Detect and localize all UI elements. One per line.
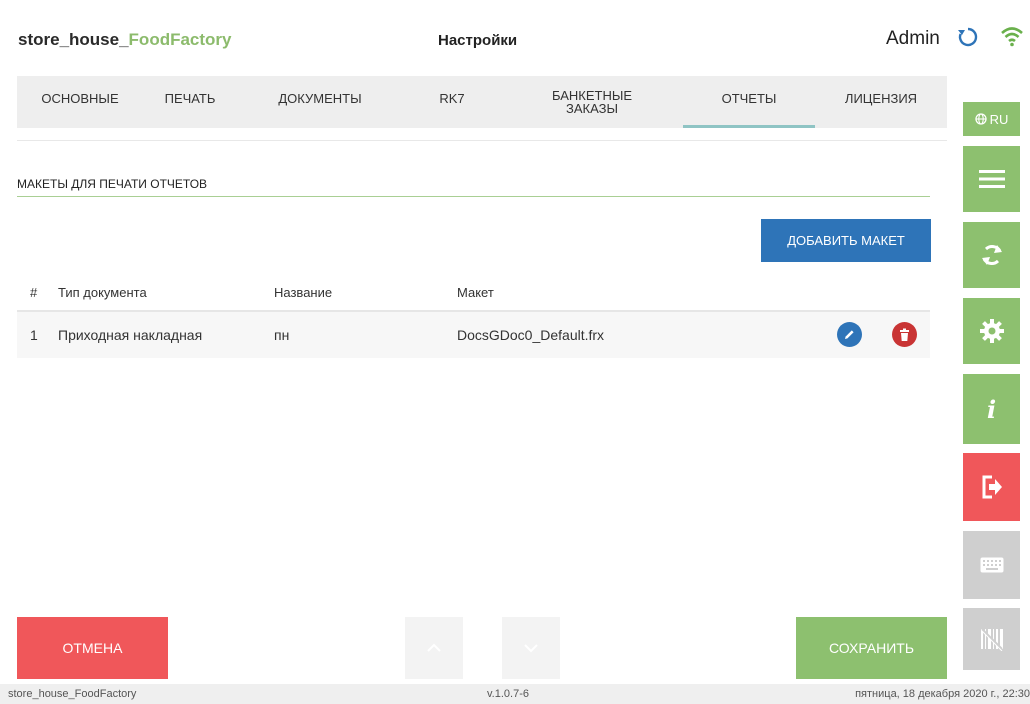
settings-button[interactable]	[963, 298, 1020, 364]
footer-version: v.1.0.7-6	[487, 688, 529, 700]
scroll-down-button[interactable]	[502, 617, 560, 679]
trash-icon	[900, 328, 909, 341]
divider	[17, 140, 947, 141]
sync-button[interactable]	[963, 222, 1020, 288]
language-label: RU	[989, 111, 1009, 127]
hamburger-icon	[978, 170, 1005, 188]
keyboard-button[interactable]	[963, 531, 1020, 599]
tab-label: ПЕЧАТЬ	[164, 90, 216, 106]
add-layout-button[interactable]: ДОБАВИТЬ МАКЕТ	[761, 219, 931, 262]
barcode-button[interactable]	[963, 608, 1020, 670]
status-bar: store_house_FoodFactory v.1.0.7-6 пятниц…	[0, 684, 1030, 704]
header-num: #	[30, 285, 38, 300]
chevron-down-icon	[524, 644, 538, 653]
language-button[interactable]: RU	[963, 102, 1020, 136]
tab-label: ОСНОВНЫЕ	[41, 90, 119, 106]
barcode-icon	[980, 628, 1003, 651]
save-button[interactable]: СОХРАНИТЬ	[796, 617, 947, 679]
info-icon: i	[986, 394, 997, 424]
refresh-icon[interactable]	[957, 26, 979, 48]
delete-button[interactable]	[892, 322, 917, 347]
section-title: МАКЕТЫ ДЛЯ ПЕЧАТИ ОТЧЕТОВ	[17, 177, 208, 191]
cell-doc-type: Приходная накладная	[58, 327, 203, 343]
logout-button[interactable]	[963, 453, 1020, 521]
app-header: store_house_FoodFactory Настройки Admin	[0, 0, 1030, 76]
logout-icon	[982, 475, 1002, 499]
tab-general[interactable]: ОСНОВНЫЕ	[17, 76, 143, 128]
cell-name: пн	[274, 327, 290, 343]
app-title-main: store_house_	[18, 30, 129, 49]
app-title-accent: FoodFactory	[128, 30, 232, 49]
layouts-table: # Тип документа Название Макет 1 Приходн…	[17, 272, 930, 358]
table-header: # Тип документа Название Макет	[17, 272, 930, 312]
cell-num: 1	[30, 327, 38, 343]
sync-icon	[981, 245, 1002, 265]
scroll-up-button[interactable]	[405, 617, 463, 679]
info-button[interactable]: i	[963, 374, 1020, 444]
header-layout: Макет	[457, 285, 494, 300]
tab-label: ЛИЦЕНЗИЯ	[844, 90, 918, 106]
app-title: store_house_FoodFactory	[18, 30, 232, 50]
tab-print[interactable]: ПЕЧАТЬ	[143, 76, 237, 128]
tab-rk7[interactable]: RK7	[403, 76, 501, 128]
wifi-icon	[1000, 24, 1024, 48]
header-doc-type: Тип документа	[58, 285, 147, 300]
tab-reports[interactable]: ОТЧЕТЫ	[683, 76, 815, 128]
keyboard-icon	[980, 557, 1003, 573]
table-row[interactable]: 1 Приходная накладная пн DocsGDoc0_Defau…	[17, 312, 930, 358]
footer-datetime: пятница, 18 декабря 2020 г., 22:30	[855, 688, 1030, 700]
cell-layout: DocsGDoc0_Default.frx	[457, 327, 605, 343]
pencil-icon	[845, 330, 854, 339]
edit-button[interactable]	[837, 322, 862, 347]
tab-label: ОТЧЕТЫ	[721, 90, 777, 106]
settings-tabs: ОСНОВНЫЕ ПЕЧАТЬ ДОКУМЕНТЫ RK7 БАНКЕТНЫЕ …	[17, 76, 947, 128]
menu-button[interactable]	[963, 146, 1020, 212]
tab-label: RK7	[439, 90, 465, 106]
globe-icon	[974, 113, 987, 125]
footer-app-name: store_house_FoodFactory	[8, 688, 137, 700]
tab-license[interactable]: ЛИЦЕНЗИЯ	[815, 76, 947, 128]
tab-banquet-orders[interactable]: БАНКЕТНЫЕ ЗАКАЗЫ	[501, 76, 683, 128]
chevron-up-icon	[427, 643, 441, 652]
user-name[interactable]: Admin	[886, 28, 940, 50]
section-divider	[17, 196, 930, 197]
tab-documents[interactable]: ДОКУМЕНТЫ	[237, 76, 403, 128]
tab-label: БАНКЕТНЫЕ ЗАКАЗЫ	[551, 88, 633, 116]
page-title: Настройки	[438, 32, 518, 49]
gear-icon	[979, 319, 1004, 343]
tab-label: ДОКУМЕНТЫ	[278, 90, 362, 106]
header-name: Название	[274, 285, 333, 300]
cancel-button[interactable]: ОТМЕНА	[17, 617, 168, 679]
